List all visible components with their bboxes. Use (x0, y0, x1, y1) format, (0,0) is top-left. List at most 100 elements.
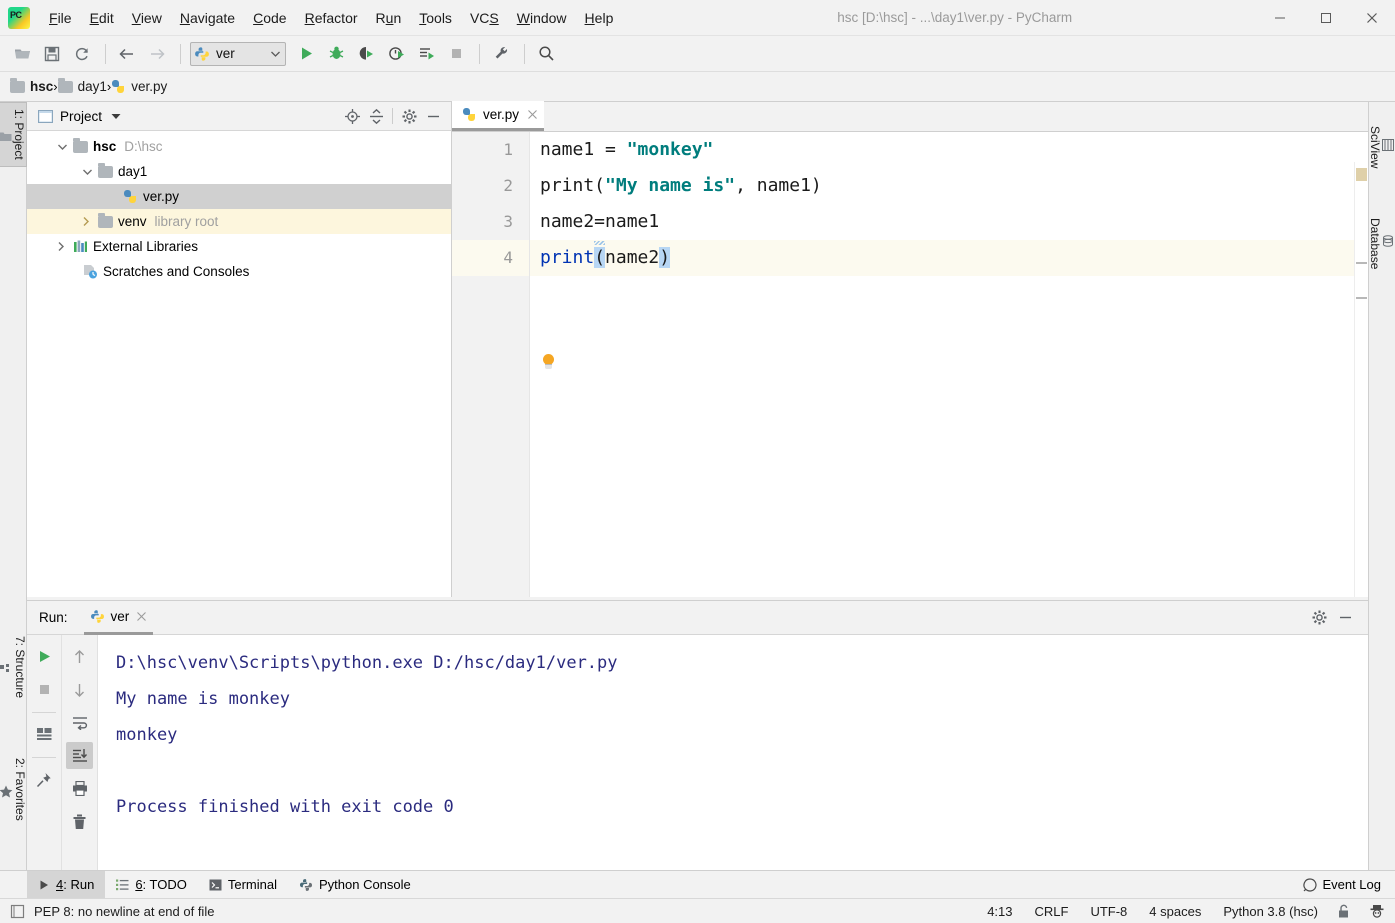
caret-position[interactable]: 4:13 (987, 904, 1012, 919)
close-icon[interactable] (136, 611, 147, 622)
code-line-4[interactable]: print(name2) (530, 240, 1368, 276)
bottom-tab-todo[interactable]: 6: TODO (105, 871, 198, 899)
gear-icon[interactable] (397, 105, 421, 127)
scroll-to-end-icon[interactable] (66, 742, 93, 769)
close-icon[interactable] (527, 109, 538, 120)
wrench-icon[interactable] (487, 41, 515, 67)
run-icon[interactable] (292, 41, 320, 67)
breadcrumb-item-hsc[interactable]: hsc (10, 77, 53, 94)
bottom-tab-python-console[interactable]: Python Console (288, 871, 422, 899)
hide-icon[interactable] (421, 105, 445, 127)
menu-window[interactable]: Window (508, 5, 576, 31)
soft-wrap-icon[interactable] (66, 709, 93, 736)
main-toolbar: ver (0, 36, 1395, 72)
hector-hat-icon[interactable] (1369, 904, 1385, 919)
sidebar-item-database[interactable]: Database (1368, 212, 1395, 275)
debug-icon[interactable] (322, 41, 350, 67)
terminal-icon (209, 879, 222, 891)
hide-icon[interactable] (1332, 606, 1358, 630)
breadcrumb-item-day1[interactable]: day1 (57, 77, 107, 94)
python-interpreter[interactable]: Python 3.8 (hsc) (1223, 904, 1318, 919)
file-encoding[interactable]: UTF-8 (1090, 904, 1127, 919)
bottom-tab-run[interactable]: 4: Run (27, 870, 106, 899)
line-number-gutter[interactable]: 1 2 3 4 (452, 132, 530, 597)
run-console-output[interactable]: D:\hsc\venv\Scripts\python.exe D:/hsc/da… (98, 635, 1368, 871)
code-editor[interactable]: 1 2 3 4 name1 = "monkey" print("My name … (452, 132, 1368, 597)
unlocked-icon[interactable] (1336, 904, 1351, 919)
trash-icon[interactable] (66, 808, 93, 835)
minimize-button[interactable] (1257, 0, 1303, 36)
sidebar-item-structure[interactable]: 7: Structure (0, 630, 27, 704)
python-icon (299, 878, 313, 892)
run-toolbar-right (62, 635, 98, 871)
rerun-icon[interactable] (31, 643, 58, 670)
warning-marker[interactable] (1356, 168, 1367, 181)
sync-icon[interactable] (68, 41, 96, 67)
indent-setting[interactable]: 4 spaces (1149, 904, 1201, 919)
menu-refactor[interactable]: Refactor (296, 5, 367, 31)
code-lines[interactable]: name1 = "monkey" print("My name is", nam… (530, 132, 1368, 597)
stop-icon[interactable] (31, 676, 58, 703)
line-number: 3 (503, 212, 513, 231)
menu-edit[interactable]: Edit (81, 5, 123, 31)
code-line-2[interactable]: print("My name is", name1) (530, 168, 1368, 204)
maximize-button[interactable] (1303, 0, 1349, 36)
tree-item-scratches-and-consoles[interactable]: Scratches and Consoles (27, 259, 451, 284)
bottom-tab-label: 4: Run (56, 877, 95, 892)
chevron-down-icon[interactable] (82, 168, 98, 176)
tree-item-hsc[interactable]: hsc D:\hsc (27, 134, 451, 159)
tree-item-external-libraries[interactable]: External Libraries (27, 234, 451, 259)
lightbulb-icon[interactable] (541, 354, 556, 370)
menu-vcs[interactable]: VCS (461, 5, 508, 31)
save-icon[interactable] (38, 41, 66, 67)
run-with-coverage-icon[interactable] (352, 41, 380, 67)
stop-icon[interactable] (442, 41, 470, 67)
menu-tools[interactable]: Tools (410, 5, 461, 31)
database-label: Database (1368, 218, 1382, 270)
chevron-down-icon[interactable] (111, 113, 121, 120)
tree-item-label: hsc (93, 139, 117, 154)
menu-view[interactable]: View (123, 5, 171, 31)
menu-code[interactable]: Code (244, 5, 295, 31)
gear-icon[interactable] (1306, 606, 1332, 630)
up-arrow-icon[interactable] (66, 643, 93, 670)
run-tab-ver[interactable]: ver (83, 601, 154, 635)
breadcrumb-item-verpy[interactable]: ver.py (111, 79, 167, 94)
collapse-all-icon[interactable] (364, 105, 388, 127)
back-arrow-icon[interactable] (113, 41, 141, 67)
editor-marker-gutter[interactable] (1354, 162, 1368, 597)
sidebar-item-sciview[interactable]: SciView (1368, 120, 1395, 174)
sidebar-item-favorites[interactable]: 2: Favorites (0, 752, 27, 827)
menu-help[interactable]: Help (576, 5, 623, 31)
chevron-right-icon[interactable] (57, 241, 73, 252)
tree-item-venv[interactable]: venv library root (27, 209, 451, 234)
menu-navigate[interactable]: Navigate (171, 5, 244, 31)
editor-tab-verpy[interactable]: ver.py (452, 101, 545, 131)
forward-arrow-icon[interactable] (143, 41, 171, 67)
bottom-tab-terminal[interactable]: Terminal (198, 871, 288, 899)
run-configuration-selector[interactable]: ver (190, 41, 286, 66)
line-separator[interactable]: CRLF (1035, 904, 1069, 919)
menu-run[interactable]: Run (367, 5, 411, 31)
chevron-right-icon[interactable] (82, 216, 98, 227)
chevron-down-icon[interactable] (57, 143, 73, 151)
tree-item-day1[interactable]: day1 (27, 159, 451, 184)
code-line-3[interactable]: name2=name1 (530, 204, 1368, 240)
menu-file[interactable]: File (40, 5, 81, 31)
layout-icon[interactable] (31, 721, 58, 748)
sidebar-item-project[interactable]: 1: Project (0, 102, 27, 167)
python-icon (90, 609, 105, 624)
tree-item-verpy[interactable]: ver.py (27, 184, 451, 209)
close-button[interactable] (1349, 0, 1395, 36)
code-line-1[interactable]: name1 = "monkey" (530, 132, 1368, 168)
down-arrow-icon[interactable] (66, 676, 93, 703)
inspection-icon[interactable] (10, 904, 25, 919)
search-icon[interactable] (532, 41, 560, 67)
run-multiple-icon[interactable] (412, 41, 440, 67)
pin-icon[interactable] (31, 766, 58, 793)
profile-icon[interactable] (382, 41, 410, 67)
open-folder-icon[interactable] (8, 41, 36, 67)
print-icon[interactable] (66, 775, 93, 802)
event-log-button[interactable]: Event Log (1303, 877, 1395, 892)
locate-icon[interactable] (340, 105, 364, 127)
